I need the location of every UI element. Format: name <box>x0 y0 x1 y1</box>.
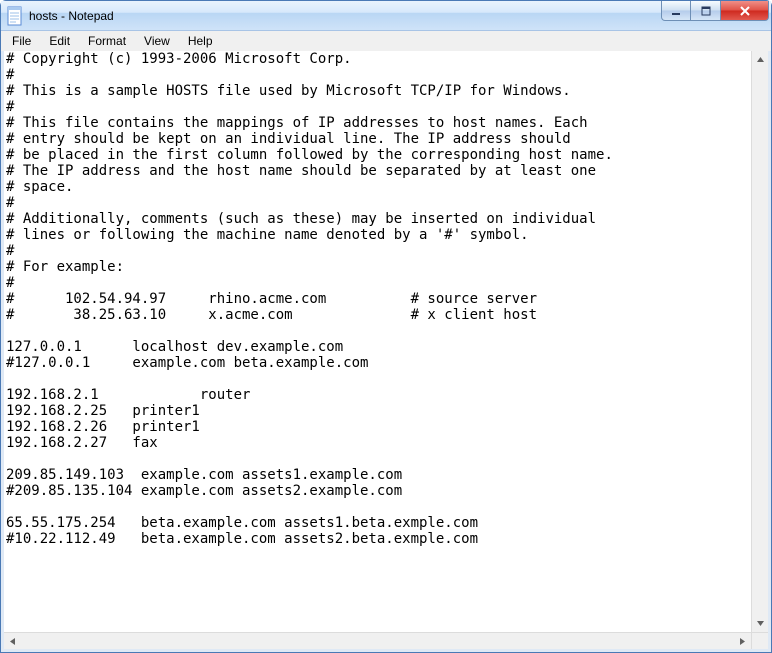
client-area: # Copyright (c) 1993-2006 Microsoft Corp… <box>1 51 771 652</box>
scrollbar-corner <box>751 632 768 649</box>
close-button[interactable] <box>721 1 769 21</box>
scroll-right-button[interactable] <box>734 633 751 650</box>
menu-edit[interactable]: Edit <box>40 31 79 51</box>
menu-file[interactable]: File <box>3 31 40 51</box>
close-icon <box>738 4 752 18</box>
window-title: hosts - Notepad <box>29 9 661 23</box>
chevron-left-icon <box>8 637 17 646</box>
chevron-right-icon <box>738 637 747 646</box>
scroll-left-button[interactable] <box>4 633 21 650</box>
notepad-icon <box>7 5 23 27</box>
maximize-button[interactable] <box>691 1 721 21</box>
scroll-up-button[interactable] <box>752 51 769 68</box>
chevron-up-icon <box>756 55 765 64</box>
menu-help[interactable]: Help <box>179 31 222 51</box>
horizontal-scrollbar[interactable] <box>4 632 751 649</box>
chevron-down-icon <box>756 619 765 628</box>
editor-textarea[interactable]: # Copyright (c) 1993-2006 Microsoft Corp… <box>4 51 751 632</box>
menu-view[interactable]: View <box>135 31 179 51</box>
minimize-icon <box>670 5 682 17</box>
menu-format[interactable]: Format <box>79 31 135 51</box>
scroll-down-button[interactable] <box>752 615 769 632</box>
menu-bar: File Edit Format View Help <box>1 31 771 51</box>
maximize-icon <box>700 5 712 17</box>
minimize-button[interactable] <box>661 1 691 21</box>
window-titlebar[interactable]: hosts - Notepad <box>1 1 771 31</box>
vertical-scrollbar[interactable] <box>751 51 768 632</box>
